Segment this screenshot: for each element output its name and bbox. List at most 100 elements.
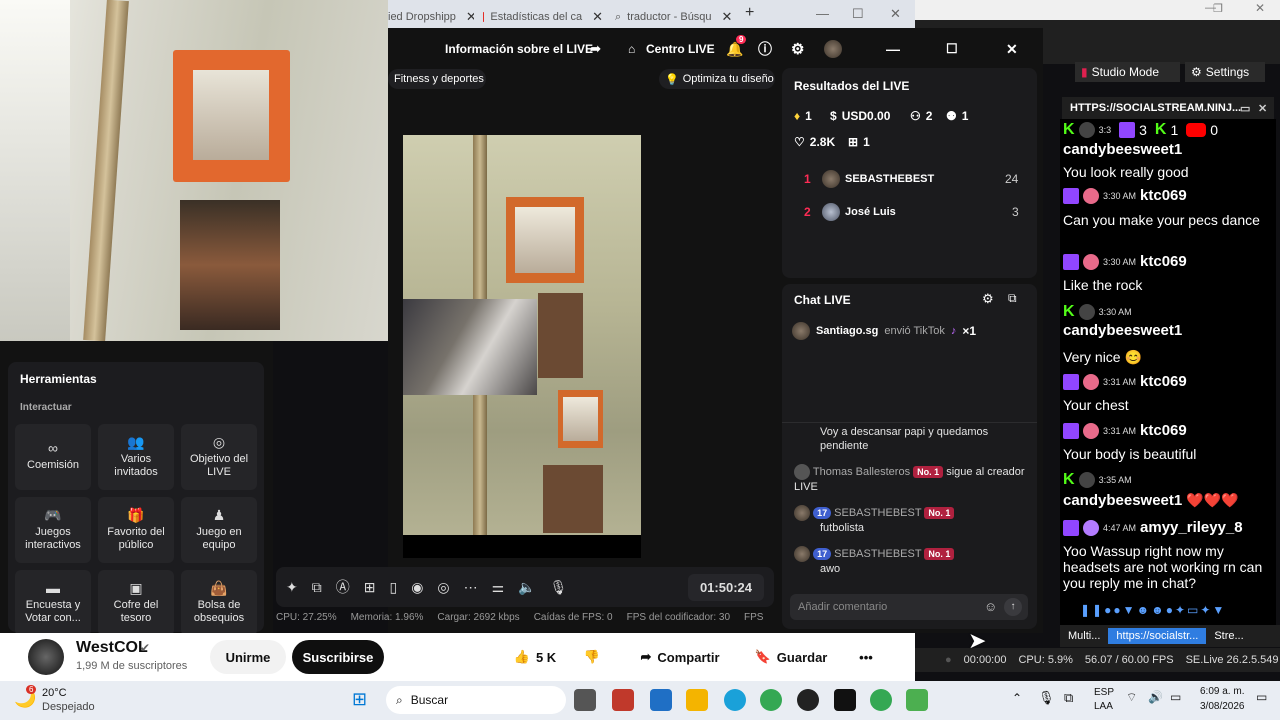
device-icon[interactable]: ⧉ [1064, 690, 1073, 706]
minimize-icon[interactable]: — [886, 41, 900, 57]
microphone-icon[interactable]: 🎙 [550, 579, 568, 596]
more-icon[interactable]: ⋯ [464, 579, 478, 596]
dock-tab[interactable]: Stre... [1214, 630, 1243, 642]
close-icon[interactable]: ✕ [1258, 102, 1267, 115]
tool-live-goal[interactable]: ◎ Objetivo del LIVE [181, 424, 257, 490]
close-icon[interactable]: ✕ [1255, 1, 1265, 15]
live-info-link[interactable]: Información sobre el LIVE [445, 42, 593, 56]
minimize-icon[interactable]: — [816, 6, 829, 21]
chat-message: Voy a descansar papi y quedamos pendient… [820, 426, 989, 452]
close-icon[interactable]: ✕ [1006, 41, 1018, 58]
twitch-icon [1119, 122, 1136, 138]
optimize-design-button[interactable]: 💡 Optimiza tu diseño [659, 69, 775, 89]
entry-time: 3:30 AM [1103, 256, 1137, 267]
sliders-icon[interactable]: ⚌ [492, 579, 505, 596]
studio-mode-button[interactable]: ▮ Studio Mode [1075, 62, 1180, 82]
edge-icon[interactable] [724, 689, 746, 711]
record-icon[interactable]: ◉ [411, 579, 423, 596]
store-icon[interactable] [650, 689, 672, 711]
popout-icon[interactable]: ▭ [1240, 102, 1250, 115]
folder-icon[interactable] [686, 689, 708, 711]
join-button[interactable]: Unirme [210, 640, 286, 674]
dock-tab-active[interactable]: https://socialstr... [1108, 628, 1207, 644]
more-label: ••• [859, 649, 873, 665]
popout-icon[interactable]: ⧉ [1008, 291, 1017, 306]
emoji-icon[interactable]: ☺ [984, 599, 997, 614]
close-icon[interactable]: ✕ [890, 6, 901, 22]
chevron-up-icon[interactable]: ⌃ [1012, 691, 1022, 705]
obs-icon[interactable] [797, 689, 819, 711]
chrome-icon[interactable] [760, 689, 782, 711]
notifications-icon[interactable]: ▭ [1256, 690, 1267, 704]
avatar[interactable] [824, 40, 842, 58]
app-icon[interactable] [612, 689, 634, 711]
browser-tab[interactable]: ⌕ traductor - Búsqu ✕ [615, 4, 740, 30]
ai-icon[interactable]: Ⓐ [336, 577, 350, 597]
tool-poll[interactable]: ▬ Encuesta y Votar con... [15, 570, 91, 636]
tool-team-game[interactable]: ♟ Juego en equipo [181, 497, 257, 563]
tool-audience-favorite[interactable]: 🎁 Favorito del público [98, 497, 174, 563]
dock-tab[interactable]: Multi... [1068, 630, 1100, 642]
tool-coemision[interactable]: ∞ Coemisión [15, 424, 91, 490]
tab-close-icon[interactable]: ✕ [722, 9, 733, 25]
entry-text: ❤️❤️❤️ [1186, 492, 1239, 508]
language-top[interactable]: ESP [1094, 687, 1114, 698]
tool-treasure-chest[interactable]: ▣ Cofre del tesoro [98, 570, 174, 636]
tab-close-icon[interactable]: ✕ [592, 9, 603, 25]
phone-icon[interactable]: ▯ [389, 579, 397, 596]
wifi-icon[interactable]: ⌔ [1126, 690, 1137, 705]
magic-wand-icon[interactable]: ✦ [286, 579, 298, 596]
browser-tab[interactable]: ied Dropshipp ✕ [388, 4, 474, 30]
subscriber-count: 1,99 M de suscriptores [76, 660, 188, 672]
app-icon[interactable] [906, 689, 928, 711]
weather-text: Despejado [42, 701, 95, 713]
share-button[interactable]: ➦ Compartir [628, 640, 732, 674]
taskbar-search[interactable]: ⌕ Buscar [386, 686, 566, 714]
settings-icon[interactable]: ⚙ [791, 40, 804, 58]
tool-multi-guest[interactable]: 👥 Varios invitados [98, 424, 174, 490]
clock-time[interactable]: 6:09 a. m. [1200, 686, 1244, 697]
share-icon[interactable]: ➦ [590, 41, 601, 57]
restore-icon[interactable]: ❐ [1213, 2, 1223, 15]
ranking-row[interactable]: José Luis [822, 203, 896, 221]
tool-interactive-games[interactable]: 🎮 Juegos interactivos [15, 497, 91, 563]
like-button[interactable]: 👍 5 K [500, 640, 570, 674]
effects-icon[interactable]: ◎ [437, 579, 449, 596]
send-icon[interactable]: ↑ [1004, 598, 1022, 616]
subscribe-button[interactable]: Suscribirse [292, 640, 384, 674]
language-bottom[interactable]: LAA [1094, 701, 1113, 712]
tool-gift-bag[interactable]: 👜 Bolsa de obsequios [181, 570, 257, 636]
tab-close-icon[interactable]: ✕ [466, 9, 474, 25]
help-icon[interactable]: ⓘ [758, 39, 772, 59]
user-icon [1083, 373, 1099, 390]
volume-icon[interactable]: 🔈 [518, 579, 535, 596]
ranking-name: José Luis [845, 206, 896, 218]
chrome-profile-icon[interactable] [870, 689, 892, 711]
comment-input[interactable]: Añadir comentario ☺ ↑ [790, 594, 1028, 620]
browser-tab[interactable]: Estadísticas del ca ✕ [483, 4, 603, 30]
channel-name[interactable]: WestCOL [76, 639, 148, 657]
add-source-icon[interactable]: ⊞ [364, 579, 376, 596]
dislike-button[interactable]: 👎 [572, 640, 612, 674]
save-button[interactable]: 🔖 Guardar [746, 640, 836, 674]
clock-date[interactable]: 3/08/2026 [1200, 701, 1245, 712]
settings-button[interactable]: ⚙ Settings [1185, 62, 1265, 82]
ranking-row[interactable]: SEBASTHEBEST [822, 170, 934, 188]
entry-text: Your chest [1063, 397, 1129, 413]
entry-name: candybeesweet1 [1063, 322, 1183, 339]
maximize-icon[interactable]: ☐ [852, 6, 864, 22]
settings-icon[interactable]: ⚙ [982, 291, 994, 307]
more-button[interactable]: ••• [846, 640, 886, 674]
tiktok-icon[interactable] [834, 689, 856, 711]
microphone-icon[interactable]: 🎙 [1038, 690, 1055, 706]
volume-icon[interactable]: 🔊 [1148, 690, 1163, 704]
files-icon[interactable] [574, 689, 596, 711]
layout-icon[interactable]: ⧉ [312, 579, 322, 596]
live-center-link[interactable]: Centro LIVE [646, 42, 715, 56]
battery-icon[interactable]: ▭ [1170, 690, 1181, 704]
avatar[interactable] [28, 639, 64, 675]
maximize-icon[interactable]: ☐ [946, 41, 958, 57]
category-chip[interactable]: Fitness y deportes [388, 69, 486, 89]
new-tab-button[interactable]: + [745, 4, 754, 22]
windows-start-icon[interactable]: ⊞ [352, 689, 367, 710]
